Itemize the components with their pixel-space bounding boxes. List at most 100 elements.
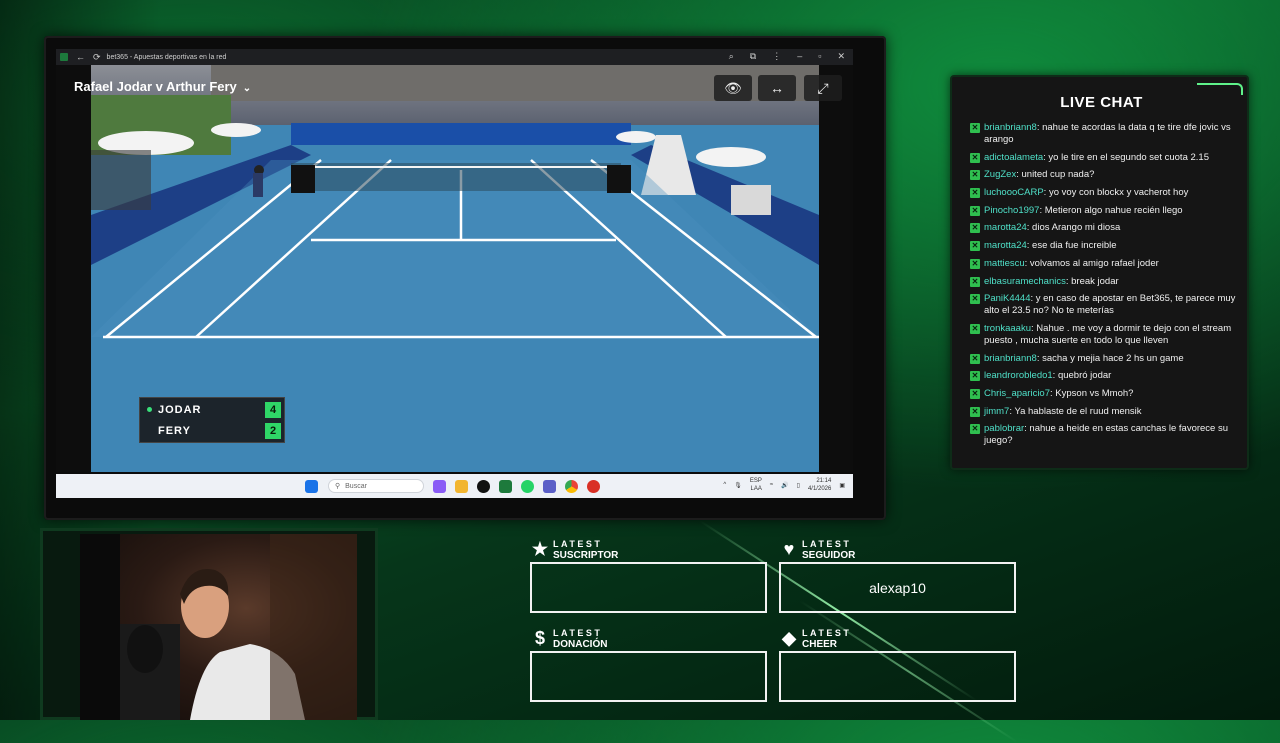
chat-message: ✕ tronkaaaku: Nahue . me voy a dormir te … bbox=[970, 323, 1236, 347]
chevron-up-icon[interactable]: ^ bbox=[723, 482, 726, 488]
chat-username[interactable]: pablobrar bbox=[984, 423, 1024, 434]
live-chat-panel: LIVE CHAT ✕ brianbriann8: nahue te acorda… bbox=[950, 75, 1249, 470]
app-icon[interactable] bbox=[587, 479, 600, 493]
chat-text: : volvamos al amigo rafael joder bbox=[1024, 257, 1159, 269]
wifi-icon[interactable]: ≈ bbox=[770, 482, 773, 488]
chat-message: ✕ adictoalameta: yo le tire en el segundo… bbox=[970, 152, 1236, 164]
scoreboard-row: FERY 2 bbox=[140, 420, 284, 441]
subscriber-badge-icon: ✕ bbox=[970, 276, 980, 287]
cheer-label: CHEER bbox=[802, 639, 838, 650]
chat-text: : Ya hablaste de el ruud mensik bbox=[1009, 405, 1142, 417]
chat-text: : dios Arango mi diosa bbox=[1026, 222, 1121, 234]
chat-username[interactable]: brianbriann8 bbox=[984, 353, 1037, 364]
webcam-feed bbox=[80, 534, 357, 720]
video-player[interactable]: Rafael Jodar v Arthur Fery ⌄ 👁 ↔ ⤢ JODAR … bbox=[56, 65, 853, 472]
chat-message: ✕ leandrorobledo1: quebró jodar bbox=[970, 370, 1236, 382]
collapse-icon[interactable]: ⤢ bbox=[804, 75, 842, 101]
player-score: 2 bbox=[265, 422, 281, 439]
player-name: FERY bbox=[158, 424, 191, 437]
menu-dots-icon[interactable]: ⋮ bbox=[772, 51, 781, 62]
browser-title: bet365 - Apuestas deportivas en la red bbox=[106, 53, 227, 61]
minimize-icon[interactable]: – bbox=[797, 51, 802, 62]
chat-text: : yo voy con blockx y vacherot hoy bbox=[1043, 187, 1189, 199]
taskbar-search[interactable]: ⚲ Buscar bbox=[328, 479, 424, 493]
subscriber-badge-icon: ✕ bbox=[970, 406, 980, 417]
chat-message: ✕ jimm7: Ya hablaste de el ruud mensik bbox=[970, 406, 1236, 418]
close-icon[interactable]: ✕ bbox=[837, 51, 845, 62]
match-title[interactable]: Rafael Jodar v Arthur Fery ⌄ bbox=[74, 79, 251, 94]
latest-donation-box bbox=[530, 651, 767, 702]
chrome-icon[interactable] bbox=[565, 479, 578, 493]
latest-label: LATEST bbox=[802, 628, 852, 638]
folder-icon[interactable] bbox=[455, 479, 468, 493]
chat-message: ✕ ZugZex: united cup nada? bbox=[970, 169, 1236, 181]
chat-username[interactable]: jimm7 bbox=[984, 406, 1009, 417]
chat-username[interactable]: mattiescu bbox=[984, 258, 1025, 269]
chat-username[interactable]: ZugZex bbox=[984, 169, 1016, 180]
chat-username[interactable]: marotta24 bbox=[984, 222, 1027, 233]
chat-message: ✕ marotta24: ese dia fue increible bbox=[970, 240, 1236, 252]
browser-titlebar: ← ⟳ bet365 - Apuestas deportivas en la r… bbox=[56, 49, 853, 65]
chat-text: : yo le tire en el segundo set cuota 2.1… bbox=[1043, 151, 1209, 163]
battery-icon[interactable]: ▯ bbox=[797, 482, 800, 489]
clock-time: 21:14 bbox=[816, 478, 832, 484]
star-icon: ★ bbox=[531, 538, 549, 559]
chat-message: ✕ brianbriann8: nahue te acordas la data … bbox=[970, 122, 1236, 146]
refresh-icon[interactable]: ⟳ bbox=[93, 52, 101, 63]
teams-icon[interactable] bbox=[543, 479, 556, 493]
latest-follower-box: alexap10 bbox=[779, 562, 1016, 613]
notifications-icon[interactable]: ▣ bbox=[839, 482, 845, 489]
chat-message: ✕ mattiescu: volvamos al amigo rafael jod… bbox=[970, 258, 1236, 270]
chat-username[interactable]: tronkaaaku bbox=[984, 323, 1031, 334]
chat-username[interactable]: leandrorobledo1 bbox=[984, 370, 1053, 381]
latest-label: LATEST bbox=[553, 628, 603, 638]
language-indicator[interactable]: ESP LAA bbox=[750, 477, 762, 493]
tiktok-icon[interactable] bbox=[477, 479, 490, 493]
latest-cheer-header: ◆ LATEST CHEER bbox=[779, 627, 852, 650]
subscriber-badge-icon: ✕ bbox=[970, 424, 980, 435]
subscriber-badge-icon: ✕ bbox=[970, 241, 980, 252]
expand-width-icon[interactable]: ↔ bbox=[758, 75, 796, 101]
heart-icon: ♥ bbox=[783, 538, 795, 559]
subscriber-badge-icon: ✕ bbox=[970, 323, 980, 334]
subscriber-badge-icon: ✕ bbox=[970, 388, 980, 399]
chat-username[interactable]: brianbriann8 bbox=[984, 122, 1037, 133]
player-score: 4 bbox=[265, 401, 281, 418]
subscriber-badge-icon: ✕ bbox=[970, 294, 980, 305]
copilot-icon[interactable] bbox=[433, 479, 446, 493]
whatsapp-icon[interactable] bbox=[521, 479, 534, 493]
mic-icon[interactable]: 🎙 bbox=[734, 482, 742, 489]
subscriber-badge-icon: ✕ bbox=[970, 371, 980, 382]
chat-username[interactable]: elbasuramechanics bbox=[984, 276, 1066, 287]
zoom-icon[interactable]: ⌕ bbox=[729, 51, 734, 62]
bet365-app-icon[interactable] bbox=[499, 479, 512, 493]
maximize-icon[interactable]: ▫ bbox=[818, 51, 821, 62]
webcam-person bbox=[80, 534, 357, 720]
chat-username[interactable]: Pinocho1997 bbox=[984, 205, 1039, 216]
chat-username[interactable]: luchoooCARP bbox=[984, 187, 1044, 198]
windows-start-icon[interactable] bbox=[305, 479, 318, 493]
chat-text: : sacha y mejia hace 2 hs un game bbox=[1036, 352, 1184, 364]
chat-text: : break jodar bbox=[1065, 275, 1119, 287]
subscriber-badge-icon: ✕ bbox=[970, 223, 980, 234]
extensions-icon[interactable]: ⧉ bbox=[750, 51, 756, 62]
latest-subscriber-header: ★ LATEST SUSCRIPTOR bbox=[530, 538, 618, 561]
chat-message: ✕ elbasuramechanics: break jodar bbox=[970, 276, 1236, 288]
volume-icon[interactable]: 🔊 bbox=[781, 482, 788, 489]
chat-username[interactable]: adictoalameta bbox=[984, 152, 1043, 163]
back-icon[interactable]: ← bbox=[76, 52, 85, 62]
chat-text: : united cup nada? bbox=[1016, 169, 1095, 181]
hide-eye-icon[interactable]: 👁 bbox=[714, 75, 752, 101]
chat-message: ✕ luchoooCARP: yo voy con blockx y vacher… bbox=[970, 187, 1236, 199]
chat-username[interactable]: Chris_aparicio7 bbox=[984, 388, 1050, 399]
chat-username[interactable]: marotta24 bbox=[984, 240, 1027, 251]
latest-cheer-box bbox=[779, 651, 1016, 702]
clock[interactable]: 21:14 4/1/2026 bbox=[808, 477, 831, 493]
bet365-favicon-icon bbox=[60, 53, 68, 61]
scoreboard: JODAR 4 FERY 2 bbox=[139, 397, 285, 443]
chat-message: ✕ PaniK4444: y en caso de apostar en Bet3… bbox=[970, 293, 1236, 317]
latest-donation-header: $ LATEST DONACIÓN bbox=[530, 627, 607, 650]
chat-username[interactable]: PaniK4444 bbox=[984, 293, 1030, 304]
subscriber-badge-icon: ✕ bbox=[970, 123, 980, 133]
chat-text: : quebró jodar bbox=[1052, 370, 1112, 382]
